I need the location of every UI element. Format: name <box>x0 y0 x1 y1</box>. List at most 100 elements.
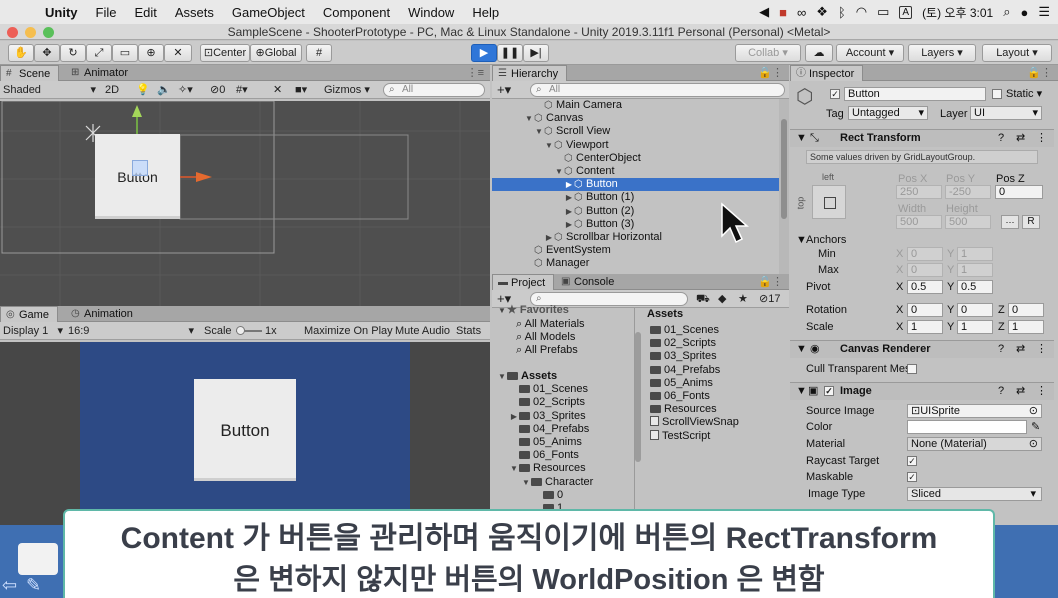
menu-unity[interactable]: Unity <box>36 5 87 20</box>
tab-animator[interactable]: ⊞ Animator <box>66 65 136 81</box>
maskable-checkbox[interactable]: ✓ <box>907 472 917 482</box>
space-toggle[interactable]: ⊕Global <box>250 44 302 62</box>
camera-icon[interactable]: ■▾ <box>295 82 307 98</box>
image-type-dropdown[interactable]: Sliced ▾ <box>907 487 1042 501</box>
scale-slider[interactable] <box>236 323 262 339</box>
rect-transform-header[interactable]: ▼ ⤡ Rect Transform ? ⇄ ⋮ <box>790 129 1054 147</box>
anchor-max-x-field[interactable]: 0 <box>907 263 943 277</box>
scale-z-field[interactable]: 1 <box>1008 320 1044 334</box>
custom-tool-button[interactable]: ✕ <box>164 44 192 62</box>
spotlight-search-icon[interactable]: ⌕ <box>1003 4 1010 20</box>
help-icon[interactable]: ? <box>998 130 1004 147</box>
favorites-star-icon[interactable]: ★ <box>738 291 748 307</box>
rotation-x-field[interactable]: 0 <box>907 303 943 317</box>
foldout-arrow-icon[interactable]: ▶ <box>564 205 574 218</box>
hierarchy-item[interactable]: ▼⬡ Scroll View <box>492 125 779 138</box>
rotate-tool-button[interactable]: ↻ <box>60 44 86 62</box>
account-dropdown[interactable]: Account ▾ <box>836 44 904 62</box>
foldout-arrow-icon[interactable]: ▶ <box>544 231 554 244</box>
project-folder-item[interactable]: 04_Prefabs <box>509 423 589 436</box>
color-field[interactable] <box>907 420 1027 434</box>
hierarchy-item[interactable]: ⬡ CenterObject <box>492 152 779 165</box>
lighting-icon[interactable]: 💡 <box>136 82 150 98</box>
game-button[interactable]: Button <box>194 379 296 481</box>
static-dropdown[interactable]: Static ▾ <box>1006 87 1042 100</box>
menu-window[interactable]: Window <box>399 5 463 20</box>
hierarchy-item[interactable]: ▼⬡ Viewport <box>492 139 779 152</box>
collab-button[interactable]: Collab ▾ <box>735 44 801 62</box>
x-axis-arrow-icon[interactable] <box>196 172 212 182</box>
favorites-item[interactable]: ⌕ All Materials <box>516 318 585 331</box>
foldout-arrow-icon[interactable]: ▶ <box>564 178 574 191</box>
pivot-x-field[interactable]: 0.5 <box>907 280 943 294</box>
anchor-presets-button[interactable] <box>812 185 846 219</box>
inspector-menu-icon[interactable]: 🔒⋮ <box>1027 65 1052 81</box>
image-preset-icon[interactable]: ⇄ <box>1016 383 1025 400</box>
cull-transparent-checkbox[interactable] <box>907 364 917 374</box>
pivot-y-field[interactable]: 0.5 <box>957 280 993 294</box>
layer-dropdown[interactable]: UI ▾ <box>970 106 1042 120</box>
foldout-arrow-icon[interactable]: ▼ <box>497 370 507 383</box>
asset-item[interactable]: ScrollViewSnap <box>650 416 739 429</box>
component-menu-icon[interactable]: ⋮ <box>1036 130 1047 147</box>
close-window-button[interactable] <box>7 27 18 38</box>
foldout-arrow-icon[interactable]: ▶ <box>509 410 519 423</box>
menu-file[interactable]: File <box>87 5 126 20</box>
favorites-item[interactable]: ⌕ All Models <box>516 331 575 344</box>
pos-z-field[interactable]: 0 <box>995 185 1043 199</box>
menu-assets[interactable]: Assets <box>166 5 223 20</box>
canvas-renderer-header[interactable]: ▼ ◉ Canvas Renderer ? ⇄ ⋮ <box>790 340 1054 358</box>
scene-viewport[interactable]: Button <box>0 101 490 306</box>
cloud-button[interactable]: ☁ <box>805 44 833 62</box>
desktop-dock-icon[interactable] <box>18 543 58 575</box>
mute-audio-toggle[interactable]: Mute Audio <box>395 323 450 339</box>
project-tree-scrollbar[interactable] <box>634 308 642 510</box>
canvas-renderer-menu-icon[interactable]: ⋮ <box>1036 341 1047 358</box>
foldout-arrow-icon[interactable]: ▼ <box>521 476 531 489</box>
asset-item[interactable]: 05_Anims <box>650 377 713 390</box>
wifi-icon[interactable]: ◠ <box>856 4 867 20</box>
hierarchy-item[interactable]: ▶ ⬡ Button <box>492 178 779 192</box>
play-button[interactable]: ▶ <box>471 44 497 62</box>
project-hidden-toggle[interactable]: ⊘17 <box>759 291 780 307</box>
dropbox-icon[interactable]: ❖ <box>816 4 828 20</box>
game-viewport[interactable]: Button <box>0 342 490 530</box>
menu-gameobject[interactable]: GameObject <box>223 5 314 20</box>
asset-item[interactable]: 04_Prefabs <box>650 364 720 377</box>
record-icon[interactable]: ■ <box>779 5 787 20</box>
image-enabled-checkbox[interactable]: ✓ <box>824 386 834 396</box>
anchor-min-y-field[interactable]: 1 <box>957 247 993 261</box>
bluetooth-icon[interactable]: ᛒ <box>838 5 846 20</box>
panel-menu-icon[interactable]: ⋮≡ <box>467 65 484 81</box>
project-folder-item[interactable]: 02_Scripts <box>509 396 585 409</box>
rect-tool-button[interactable]: ▭ <box>112 44 138 62</box>
asset-item[interactable]: TestScript <box>650 429 710 443</box>
foldout-arrow-icon[interactable]: ▼ <box>554 165 564 178</box>
hierarchy-scroll-thumb[interactable] <box>781 119 787 219</box>
image-help-icon[interactable]: ? <box>998 383 1004 400</box>
image-menu-icon[interactable]: ⋮ <box>1036 383 1047 400</box>
scene-visibility-toggle[interactable]: ⊘0 <box>210 82 225 98</box>
blueprint-mode-button[interactable]: ⋯ <box>1001 215 1019 229</box>
maximize-on-play-toggle[interactable]: Maximize On Play <box>304 323 393 339</box>
aspect-dropdown[interactable]: 16:9 ▾ <box>68 323 196 339</box>
menu-help[interactable]: Help <box>463 5 508 20</box>
minimize-window-button[interactable] <box>25 27 36 38</box>
keyboard-input-indicator[interactable]: A <box>899 5 913 19</box>
tab-inspector[interactable]: ⓘ Inspector <box>790 65 864 81</box>
source-image-field[interactable]: ⊡UISprite ⊙ <box>907 404 1042 418</box>
foldout-arrow-icon[interactable]: ▼ <box>544 139 554 152</box>
material-picker-icon[interactable]: ⊙ <box>1029 438 1038 450</box>
back-arrow-icon[interactable]: ⇦ <box>2 575 17 596</box>
scale-x-field[interactable]: 1 <box>907 320 943 334</box>
foldout-arrow-icon[interactable]: ▼ <box>534 125 544 138</box>
foldout-arrow-icon[interactable]: ▶ <box>564 218 574 231</box>
foldout-arrow-icon[interactable]: ▼ <box>524 112 534 125</box>
tab-game[interactable]: ◎ Game <box>0 306 58 322</box>
snap-settings-button[interactable]: # <box>306 44 332 62</box>
tab-animation[interactable]: ◷ Animation <box>66 306 141 322</box>
layers-dropdown[interactable]: Layers ▾ <box>908 44 976 62</box>
menu-component[interactable]: Component <box>314 5 399 20</box>
creative-cloud-icon[interactable]: ∞ <box>797 5 806 20</box>
tag-dropdown[interactable]: Untagged ▾ <box>848 106 928 120</box>
